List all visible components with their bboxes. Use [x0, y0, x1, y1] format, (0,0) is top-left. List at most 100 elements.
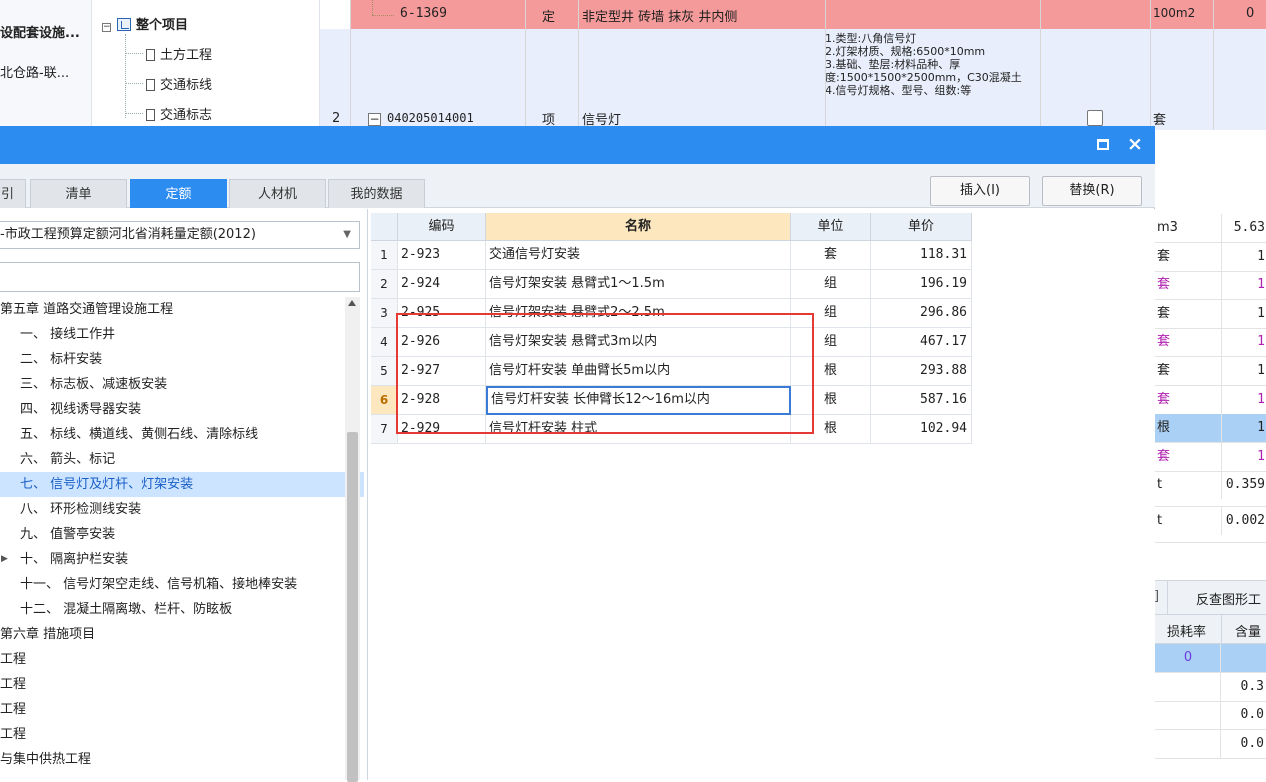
chapter-tree-item[interactable]: 与集中供热工程	[0, 747, 344, 772]
right-grid-row[interactable]: 套1	[1154, 271, 1266, 301]
quota-price[interactable]: 296.86	[871, 299, 972, 328]
chapter-tree-item[interactable]: 工程	[0, 647, 344, 672]
expand-arrow-icon[interactable]: ▶	[1, 547, 8, 572]
scrollbar-thumb[interactable]	[347, 432, 358, 782]
chapter-tree-item[interactable]: 二、 标杆安装	[0, 347, 364, 372]
chapter-tree-item[interactable]: 七、 信号灯及灯杆、灯架安装	[0, 472, 364, 497]
close-icon[interactable]: ×	[1124, 132, 1146, 156]
quota-price[interactable]: 196.19	[871, 270, 972, 299]
right-grid-row[interactable]: 套1	[1154, 357, 1266, 386]
tree-item-earthwork[interactable]: 土方工程	[146, 44, 212, 63]
quota-library-select[interactable]: -市政工程预算定额河北省消耗量定额(2012) ▼	[0, 221, 360, 249]
right-grid-value: 1	[1257, 391, 1265, 407]
quota-price[interactable]: 467.17	[871, 328, 972, 357]
project-list-item-0[interactable]: 设配套设施...	[0, 22, 80, 41]
collapse-icon[interactable]: −	[368, 113, 381, 126]
quota-unit[interactable]: 套	[791, 241, 871, 270]
right-grid-row[interactable]: t 0.002	[1154, 507, 1266, 544]
bottom-loss-rate	[1153, 672, 1221, 701]
row-index[interactable]: 1	[371, 241, 398, 270]
chevron-down-icon[interactable]: ▼	[343, 222, 351, 248]
row2-checkbox[interactable]	[1087, 110, 1103, 126]
row-index[interactable]: 5	[371, 357, 398, 386]
right-grid-row[interactable]: m3 5.63	[1154, 214, 1266, 243]
bottom-grid-row[interactable]: 0.3	[1153, 672, 1266, 702]
right-grid-row[interactable]: t 0.359	[1154, 471, 1266, 508]
grid-row-040205014001[interactable]: 2 − 040205014001 项 信号灯 1.类型:八角信号灯 2.灯架材质…	[320, 29, 1266, 130]
chapter-tree-scrollbar[interactable]	[345, 297, 360, 782]
quota-price[interactable]: 293.88	[871, 357, 972, 386]
dialog-titlebar[interactable]: ×	[0, 126, 1155, 164]
tab-my-data[interactable]: 我的数据	[328, 179, 425, 208]
chapter-tree-item[interactable]: 第六章 措施项目	[0, 622, 344, 647]
bottom-loss-rate: 0	[1153, 644, 1221, 672]
tab-bill[interactable]: 清单	[30, 179, 127, 208]
bottom-tab-reverse-lookup[interactable]: 反查图形工	[1196, 589, 1261, 608]
row-index[interactable]: 4	[371, 328, 398, 357]
grid-row-6-1369[interactable]: 6-1369 定 非定型井 砖墙 抹灰 井内侧 100m2 0	[350, 0, 1266, 29]
quota-price[interactable]: 118.31	[871, 241, 972, 270]
tree-item-sign[interactable]: 交通标志	[146, 104, 212, 123]
quota-name[interactable]: 交通信号灯安装	[486, 241, 791, 270]
right-grid-value: 1	[1257, 277, 1265, 293]
tree-root[interactable]: − 整个项目	[102, 14, 188, 33]
bottom-grid-row[interactable]: 0	[1153, 644, 1266, 673]
quota-grid-row[interactable]: 1 2-923 交通信号灯安装套 118.31	[371, 241, 972, 270]
bottom-grid-row[interactable]: 0.0	[1153, 701, 1266, 730]
row-index[interactable]: 3	[371, 299, 398, 328]
right-grid-row[interactable]: 根1	[1154, 414, 1266, 444]
right-grid-row[interactable]: 套1	[1154, 442, 1266, 472]
chapter-tree-item[interactable]: 十一、 信号灯架空走线、信号机箱、接地棒安装	[0, 572, 364, 597]
header-unit[interactable]: 单位	[791, 213, 871, 241]
row1-type: 定	[542, 10, 556, 25]
chapter-tree-item[interactable]: 工程	[0, 722, 344, 747]
row-index[interactable]: 7	[371, 415, 398, 444]
right-grid-row[interactable]: 套1	[1154, 385, 1266, 415]
maximize-icon[interactable]	[1097, 139, 1109, 150]
tree-item-marking[interactable]: 交通标线	[146, 74, 212, 93]
insert-button[interactable]: 插入(I)	[930, 176, 1030, 206]
quota-price[interactable]: 102.94	[871, 415, 972, 444]
right-grid-row[interactable]: 套1	[1154, 242, 1266, 272]
tab-quota[interactable]: 定额	[130, 179, 227, 208]
quota-grid-row[interactable]: 2 2-924 信号灯架安装 悬臂式1～1.5m 组 196.19	[371, 270, 972, 299]
right-grid-row[interactable]: 套1	[1154, 328, 1266, 358]
chapter-tree-item[interactable]: 九、 值警亭安装	[0, 522, 364, 547]
chapter-tree-item[interactable]: 八、 环形检测线安装	[0, 497, 364, 522]
row2-description: 1.类型:八角信号灯 2.灯架材质、规格:6500*10mm 3.基础、垫层:材…	[825, 32, 1022, 97]
right-grid-unit: 套	[1154, 357, 1222, 385]
document-icon	[146, 109, 155, 121]
chapter-tree-item[interactable]: 第五章 道路交通管理设施工程	[0, 297, 344, 322]
row-index[interactable]: 6	[371, 386, 398, 415]
header-code[interactable]: 编码	[398, 213, 486, 241]
quota-code[interactable]: 2-924	[398, 270, 486, 299]
collapse-icon[interactable]: −	[102, 23, 111, 32]
right-grid-row[interactable]: 套1	[1154, 299, 1266, 329]
header-name[interactable]: 名称	[486, 213, 791, 241]
quota-unit[interactable]: 组	[791, 270, 871, 299]
bottom-loss-rate	[1153, 701, 1221, 729]
chapter-tree-item[interactable]: 五、 标线、横道线、黄侧石线、清除标线	[0, 422, 364, 447]
bottom-grid-row[interactable]: 0.0	[1153, 729, 1266, 759]
row-index[interactable]: 2	[371, 270, 398, 299]
header-price[interactable]: 单价	[871, 213, 972, 241]
quota-price[interactable]: 587.16	[871, 386, 972, 415]
chapter-tree-item[interactable]: 一、 接线工作井	[0, 322, 364, 347]
project-list-item-1[interactable]: 北仓路-联...	[0, 62, 69, 81]
tab-labor-material[interactable]: 人材机	[229, 179, 326, 208]
quota-code[interactable]: 2-923	[398, 241, 486, 270]
chapter-tree-label: 十、 隔离护栏安装	[20, 552, 129, 567]
replace-button[interactable]: 替换(R)	[1042, 176, 1142, 206]
tab-guide[interactable]: 引	[0, 179, 26, 208]
chapter-tree-item[interactable]: 六、 箭头、标记	[0, 447, 364, 472]
chapter-tree-item[interactable]: 四、 视线诱导器安装	[0, 397, 364, 422]
bottom-content: 0.0	[1240, 707, 1264, 722]
chapter-search-input[interactable]	[0, 262, 360, 292]
chapter-tree-item[interactable]: 三、 标志板、减速板安装	[0, 372, 364, 397]
chapter-tree-item[interactable]: ▶ 十、 隔离护栏安装	[0, 547, 364, 572]
chapter-tree-item[interactable]: 工程	[0, 697, 344, 722]
chapter-tree-item[interactable]: 十二、 混凝土隔离墩、栏杆、防眩板	[0, 597, 364, 622]
chapter-tree-item[interactable]: 工程	[0, 672, 344, 697]
quota-name[interactable]: 信号灯架安装 悬臂式1～1.5m	[486, 270, 791, 299]
scroll-up-icon[interactable]	[348, 300, 356, 306]
